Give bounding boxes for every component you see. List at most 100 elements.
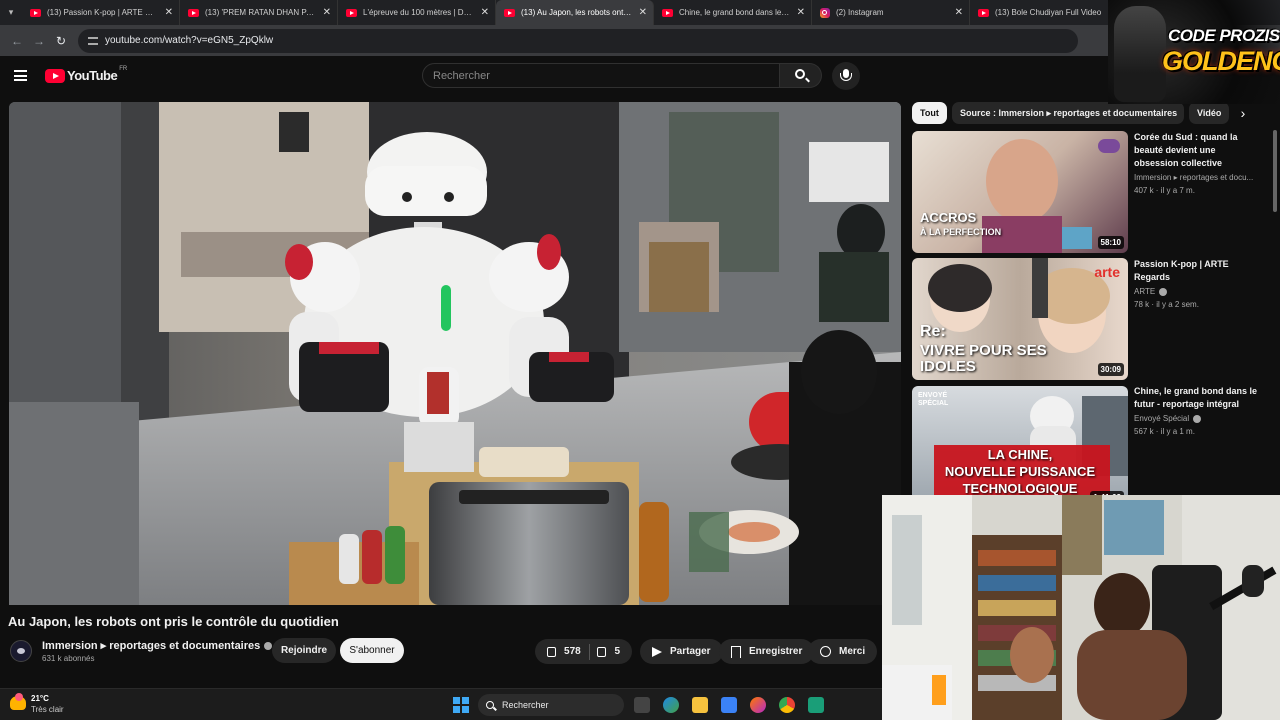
file-explorer-icon[interactable] [692,697,708,713]
browser-tab-strip: ▾ (13) Passion K-pop | ARTE Regards ✕ (1… [0,0,1280,25]
taskbar-search-label: Rechercher [502,700,549,710]
close-icon[interactable]: ✕ [323,7,331,18]
search-input[interactable]: Rechercher [422,63,780,88]
verified-icon [1159,287,1168,296]
voice-search-button[interactable] [832,62,860,90]
close-icon[interactable]: ✕ [639,7,647,18]
site-info-icon[interactable] [88,36,98,45]
browser-tab[interactable]: (13) Passion K-pop | ARTE Regards ✕ [22,0,180,25]
recommendation-channel[interactable]: Envoyé Spécial [1134,414,1262,423]
close-icon[interactable]: ✕ [165,7,173,18]
tab-title: (13) Passion K-pop | ARTE Regards [47,8,159,17]
tab-title: Chine, le grand bond dans le futur [679,8,791,17]
share-button[interactable]: Partager [640,639,723,664]
video-duration: 58:10 [1097,236,1124,249]
thumbnail-caption: Re: [920,323,946,340]
search-button[interactable] [780,63,822,88]
divider [588,643,590,660]
temperature[interactable]: 21°C [31,694,49,703]
sidebar-scrollbar[interactable] [1273,130,1277,212]
youtube-icon [346,8,357,17]
youtube-icon [978,8,989,17]
share-icon [652,646,662,657]
logo-text: GOLDENG [1162,46,1280,76]
browser-tab[interactable]: L'épreuve du 100 mètres | Documentaire ✕ [338,0,496,25]
like-count[interactable]: 578 [564,646,581,657]
youtube-logo[interactable]: YouTube FR [45,65,128,83]
tab-title: L'épreuve du 100 mètres | Documentaire [363,8,475,17]
view-count: 78 k [1134,300,1150,309]
like-dislike-group: 578 5 [535,639,632,664]
envoye-special-logo: ENVOYÉ SPÉCIAL [918,392,949,407]
instagram-icon [820,7,830,18]
view-count: 567 k [1134,427,1154,436]
youtube-icon [504,8,515,17]
browser-tab-active[interactable]: (13) Au Japon, les robots ont pris le co… [496,0,654,25]
windows-start-icon[interactable] [453,697,469,713]
address-bar: ← → ↻ youtube.com/watch?v=eGN5_ZpQklw [0,25,1280,56]
streamer-logo: CODE PROZIS GOLDENG [1108,0,1280,104]
taskbar-search[interactable]: Rechercher [478,694,624,716]
join-button[interactable]: Rejoindre [272,638,336,663]
menu-icon[interactable] [14,70,27,81]
thumbs-up-icon[interactable] [547,646,557,657]
save-button[interactable]: Enregistrer [719,639,815,664]
video-player[interactable] [9,102,901,605]
browser-tab[interactable]: (2) Instagram ✕ [812,0,970,25]
screen: ▾ (13) Passion K-pop | ARTE Regards ✕ (1… [0,0,1280,720]
browser-tab[interactable]: (13) 'PREM RATAN DHAN PAYO' ✕ [180,0,338,25]
tab-search-icon[interactable]: ▾ [0,0,22,25]
youtube-icon [662,8,673,17]
video-thumbnail[interactable]: ACCROS À LA PERFECTION 58:10 [912,131,1128,253]
chevron-right-icon[interactable]: › [1235,105,1251,121]
upload-age: il y a 7 m. [1160,186,1195,195]
country-code: FR [119,65,128,72]
url-field[interactable]: youtube.com/watch?v=eGN5_ZpQklw [78,28,1078,53]
forward-arrow-icon[interactable]: → [28,30,50,52]
close-icon[interactable]: ✕ [955,7,963,18]
chip-all[interactable]: Tout [912,102,947,124]
channel-name[interactable]: Immersion ▸ reportages et documentaires [42,639,273,652]
browser-tab[interactable]: Chine, le grand bond dans le futur ✕ [654,0,812,25]
browser-tab[interactable]: (13) Bole Chudiyan Full Video ✕ [970,0,1128,25]
edge-icon[interactable] [663,697,679,713]
recommendation-title[interactable]: Corée du Sud : quand la beauté devient u… [1134,131,1262,170]
close-icon[interactable]: ✕ [797,7,805,18]
task-view-icon[interactable] [634,697,650,713]
url-text: youtube.com/watch?v=eGN5_ZpQklw [105,35,274,46]
logo-text: CODE PROZIS [1168,26,1280,45]
webcam-overlay [882,495,1280,720]
chip-source[interactable]: Source : Immersion ▸ reportages et docum… [952,102,1184,124]
reload-icon[interactable]: ↻ [50,30,72,52]
tab-title: (2) Instagram [836,8,884,17]
channel-avatar[interactable] [10,640,32,662]
recommendation-channel[interactable]: Immersion ▸ reportages et docu... [1134,173,1262,182]
chip-videos[interactable]: Vidéo [1189,102,1229,124]
dislike-count[interactable]: 5 [614,646,620,657]
channel-name-text: Immersion ▸ reportages et documentaires [42,640,261,652]
channel-name-text: Envoyé Spécial [1134,414,1190,423]
video-thumbnail[interactable]: arte Re: VIVRE POUR SES IDOLES 30:09 [912,258,1128,380]
weather-icon[interactable] [10,693,26,710]
recommendation-title[interactable]: Chine, le grand bond dans le futur - rep… [1134,385,1262,411]
channel-name-text: ARTE [1134,287,1156,296]
close-icon[interactable]: ✕ [481,7,489,18]
subscribe-button[interactable]: S'abonner [340,638,404,663]
save-label: Enregistrer [749,646,803,657]
firefox-icon[interactable] [750,697,766,713]
tab-title: (13) Au Japon, les robots ont pris le co… [521,8,633,17]
thumbs-down-icon[interactable] [597,646,607,657]
store-icon[interactable] [721,697,737,713]
thanks-button[interactable]: Merci [808,639,878,664]
recommendation-channel[interactable]: ARTE [1134,287,1262,296]
webcam-feed [882,495,1280,720]
video-thumbnail[interactable]: ENVOYÉ SPÉCIAL LA CHINE, NOUVELLE PUISSA… [912,386,1128,508]
arte-logo: arte [1094,264,1120,280]
share-label: Partager [670,646,711,657]
recommendation-title[interactable]: Passion K-pop | ARTE Regards [1134,258,1262,284]
app-icon[interactable] [808,697,824,713]
tab-title: (13) Bole Chudiyan Full Video [995,8,1102,17]
youtube-icon [30,8,41,17]
back-arrow-icon[interactable]: ← [6,30,28,52]
chrome-icon[interactable] [779,697,795,713]
